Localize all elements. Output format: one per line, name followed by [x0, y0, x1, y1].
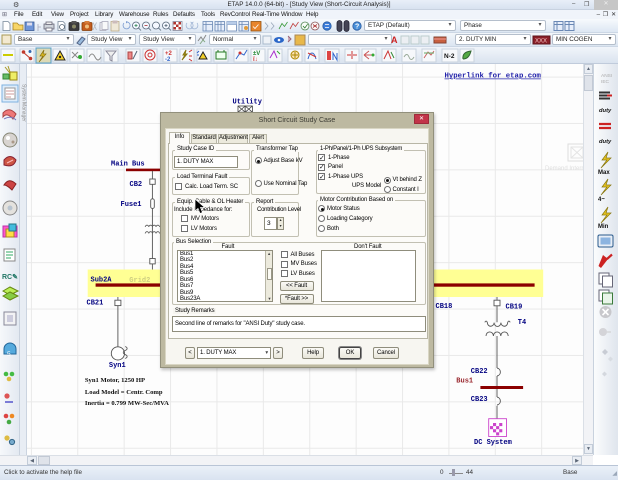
svg-text:Demand Interrupt: Demand Interrupt [545, 166, 592, 172]
svg-text:CB22: CB22 [471, 368, 488, 376]
svg-text:DC System: DC System [474, 439, 512, 447]
svg-text:Utility: Utility [233, 99, 263, 107]
svg-text:Fuse1: Fuse1 [121, 201, 142, 209]
svg-text:CB2: CB2 [130, 181, 143, 189]
svg-text:Load Model = Centr. Comp: Load Model = Centr. Comp [85, 389, 163, 396]
svg-text:Main Bus: Main Bus [111, 161, 145, 169]
svg-text:CB21: CB21 [87, 300, 104, 308]
svg-text:Bus1: Bus1 [456, 377, 473, 385]
svg-text:T4: T4 [518, 319, 526, 327]
svg-text:Sub2A: Sub2A [91, 277, 113, 285]
svg-text:CB18: CB18 [436, 303, 453, 311]
svg-text:Inertia = 0.799 MW-Sec/MVA: Inertia = 0.799 MW-Sec/MVA [85, 400, 169, 407]
svg-text:Grid2: Grid2 [129, 277, 150, 285]
svg-text:Syn1 Motor, 1250 HP: Syn1 Motor, 1250 HP [85, 377, 145, 384]
svg-text:Hyperlink for etap.com: Hyperlink for etap.com [445, 73, 542, 81]
svg-text:CB19: CB19 [506, 303, 523, 311]
svg-text:Syn1: Syn1 [109, 362, 126, 370]
svg-text:CB23: CB23 [471, 396, 488, 404]
